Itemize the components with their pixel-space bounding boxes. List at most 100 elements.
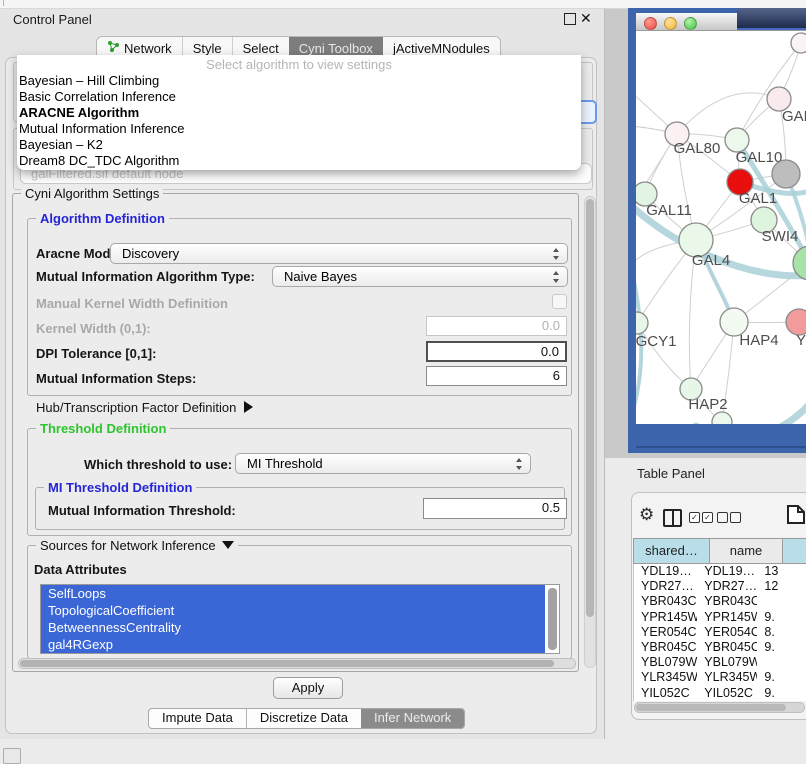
list-scrollbar-thumb[interactable]: [548, 588, 557, 650]
table-cell: YBR045C: [697, 640, 757, 655]
mac-minimize-icon[interactable]: [664, 17, 677, 30]
table-cell: YDL19…: [634, 564, 697, 579]
float-window-icon[interactable]: [564, 13, 576, 25]
mac-zoom-icon[interactable]: [684, 17, 697, 30]
split-columns-icon[interactable]: [663, 509, 682, 527]
table-cell: YIL052C: [697, 686, 757, 701]
table-row[interactable]: YLR345WYLR345W9.: [634, 670, 806, 685]
node-label: GAL4: [692, 252, 730, 269]
combo-spinner-icon: [516, 458, 523, 470]
table-cell: YBL079W: [697, 655, 757, 670]
table-horizontal-scrollbar[interactable]: [634, 702, 805, 713]
mi-threshold-field[interactable]: 0.5: [423, 498, 567, 519]
gear-icon[interactable]: ⚙: [639, 505, 654, 525]
algorithm-dropdown-popup: Select algorithm to view settings Bayesi…: [17, 55, 581, 170]
combo-spinner-icon: [553, 271, 560, 283]
scrollbar-thumb[interactable]: [636, 704, 786, 711]
mi-algorithm-type-label: Mutual Information Algorithm Type:: [36, 269, 255, 284]
table-row[interactable]: YIL052CYIL052C9.: [634, 686, 806, 701]
node[interactable]: [712, 412, 732, 424]
bottom-tab-discretize-data[interactable]: Discretize Data: [246, 709, 361, 728]
data-attributes-label: Data Attributes: [34, 562, 127, 577]
algorithm-option-mutual-information-inference[interactable]: Mutual Information Inference: [17, 121, 581, 137]
apply-button[interactable]: Apply: [273, 677, 343, 699]
table-cell: YER054C: [697, 625, 757, 640]
which-threshold-label: Which threshold to use:: [84, 457, 232, 472]
mi-algorithm-type-value: Naive Bayes: [284, 269, 357, 284]
bottom-tab-infer-network[interactable]: Infer Network: [361, 709, 464, 728]
attribute-item-topologicalcoefficient[interactable]: TopologicalCoefficient: [41, 602, 545, 619]
threshold-definition-title: Threshold Definition: [36, 421, 170, 436]
aracne-mode-value: Discovery: [122, 246, 179, 261]
node-gcy1[interactable]: [636, 312, 648, 334]
settings-group-title: Cyni Algorithm Settings: [21, 186, 163, 201]
scrollbar-thumb[interactable]: [20, 660, 554, 667]
table-row[interactable]: YER054CYER054C8.: [634, 625, 806, 640]
which-threshold-combo[interactable]: MI Threshold: [235, 453, 531, 474]
hub-definition-toggle[interactable]: Hub/Transcription Factor Definition: [36, 400, 253, 415]
table-row[interactable]: YDR27…YDR27…12: [634, 579, 806, 594]
column-header-shared[interactable]: shared…: [633, 538, 710, 564]
attribute-item-selfloops[interactable]: SelfLoops: [41, 585, 545, 602]
table-panel-title: Table Panel: [637, 466, 705, 481]
algorithm-option-basic-correlation-inference[interactable]: Basic Correlation Inference: [17, 89, 581, 105]
table-cell: [757, 594, 806, 609]
algorithm-option-aracne-algorithm[interactable]: ARACNE Algorithm: [17, 105, 581, 121]
table-row[interactable]: YPR145WYPR145W9.: [634, 610, 806, 625]
node-label: HAP2: [688, 396, 727, 413]
node-label: Y: [796, 332, 806, 349]
dpi-tolerance-field[interactable]: 0.0: [426, 341, 567, 362]
mi-algorithm-type-combo[interactable]: Naive Bayes: [272, 266, 568, 287]
table-cell: YBL079W: [634, 655, 697, 670]
table-cell: YPR145W: [634, 610, 697, 625]
mac-close-icon[interactable]: [644, 17, 657, 30]
mi-threshold-label: Mutual Information Threshold:: [48, 503, 236, 518]
sources-group-title[interactable]: Sources for Network Inference: [36, 538, 238, 553]
node[interactable]: [791, 33, 806, 53]
node[interactable]: [772, 160, 800, 188]
table-cell: [757, 655, 806, 670]
node-label: GAL10: [736, 149, 783, 166]
settings-vertical-scrollbar[interactable]: [584, 196, 596, 668]
select-all-checkbox-icon[interactable]: ✓: [689, 512, 700, 523]
table-row[interactable]: YBR043CYBR043C: [634, 594, 806, 609]
table-cell: YDL19…: [697, 564, 757, 579]
algorithm-option-bayesian-k2[interactable]: Bayesian – K2: [17, 137, 581, 153]
bottom-tab-bar: Impute DataDiscretize DataInfer Network: [148, 708, 465, 729]
column-header-name[interactable]: name: [710, 538, 783, 564]
export-table-icon[interactable]: [786, 504, 806, 527]
mi-steps-field[interactable]: 6: [426, 366, 567, 386]
attribute-item-gal4rgexp[interactable]: gal4RGexp: [41, 636, 545, 653]
scrollbar-thumb[interactable]: [586, 199, 594, 617]
node-label: GAL: [782, 108, 806, 125]
table-row[interactable]: YBR045CYBR045C9.: [634, 640, 806, 655]
bottom-tab-impute-data[interactable]: Impute Data: [149, 709, 246, 728]
algorithm-definition-title: Algorithm Definition: [36, 211, 169, 226]
aracne-mode-combo[interactable]: Discovery: [110, 243, 568, 264]
which-threshold-value: MI Threshold: [247, 456, 323, 471]
table-cell: YBR043C: [697, 594, 757, 609]
table-cell: YBR045C: [634, 640, 697, 655]
select-all-checkbox-icon[interactable]: ✓: [702, 512, 713, 523]
attribute-item-betweennesscentrality[interactable]: BetweennessCentrality: [41, 619, 545, 636]
algorithm-dropdown-hint: Select algorithm to view settings: [17, 57, 581, 73]
column-header-clipped[interactable]: [783, 538, 806, 564]
table-row[interactable]: YBL079WYBL079W: [634, 655, 806, 670]
background-window-titlebar: [737, 8, 806, 30]
table-cell: 9.: [757, 610, 806, 625]
network-window-frame-line: [636, 446, 806, 448]
deselect-all-checkbox-icon[interactable]: [717, 512, 728, 523]
data-attributes-list[interactable]: SelfLoopsTopologicalCoefficientBetweenne…: [40, 584, 560, 654]
manual-kernel-width-checkbox[interactable]: [552, 294, 567, 309]
deselect-all-checkbox-icon[interactable]: [730, 512, 741, 523]
algorithm-option-dream8-dc-tdc-algorithm[interactable]: Dream8 DC_TDC Algorithm: [17, 153, 581, 169]
settings-horizontal-scrollbar[interactable]: [18, 658, 576, 669]
node-label: SWI4: [762, 228, 799, 245]
kernel-width-field[interactable]: 0.0: [426, 316, 567, 336]
close-icon[interactable]: ✕: [580, 10, 592, 27]
table-row[interactable]: YDL19…YDL19…13: [634, 564, 806, 579]
table-cell: 13: [757, 564, 806, 579]
network-canvas[interactable]: GALGAL80GAL10GAL1GAL11SWI4GAL4GCY1HAP4YH…: [636, 31, 806, 424]
algorithm-option-bayesian-hill-climbing[interactable]: Bayesian – Hill Climbing: [17, 73, 581, 89]
table-header: shared…name: [633, 538, 806, 564]
